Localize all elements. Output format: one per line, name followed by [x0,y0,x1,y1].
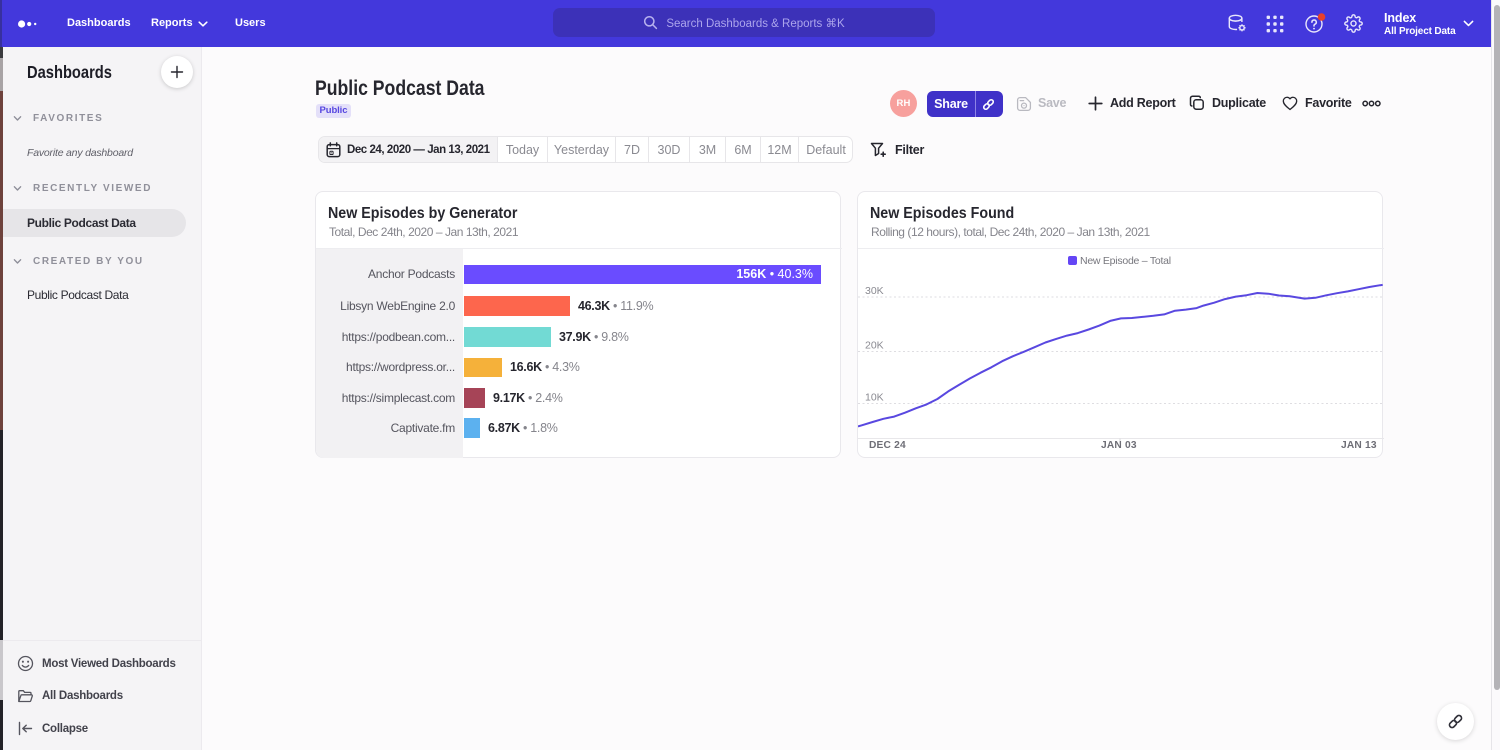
svg-text:10K: 10K [865,392,884,404]
svg-text:30K: 30K [865,285,884,297]
svg-text:20K: 20K [865,340,884,352]
